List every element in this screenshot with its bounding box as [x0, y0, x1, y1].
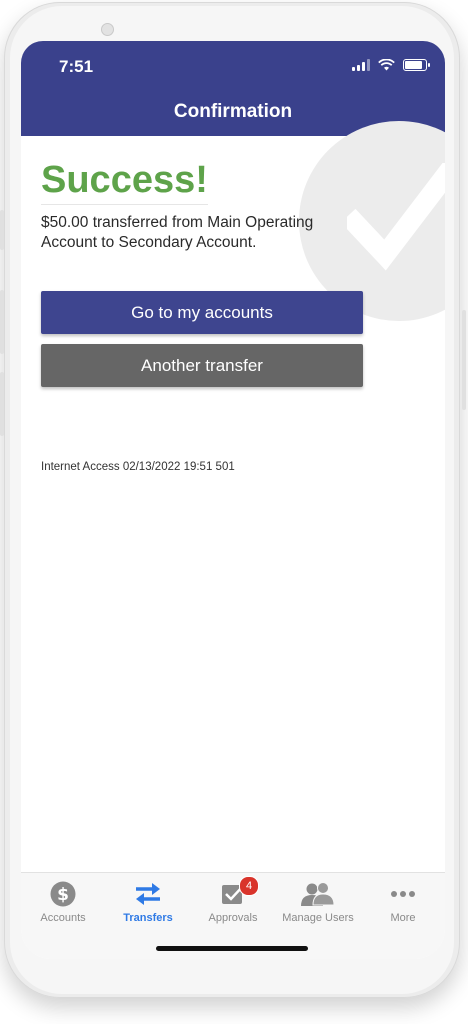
users-icon	[301, 882, 335, 906]
side-button	[0, 210, 4, 250]
battery-icon	[403, 59, 430, 71]
dollar-icon: $	[50, 881, 76, 907]
tab-approvals[interactable]: 4 Approvals	[191, 876, 275, 924]
access-info: Internet Access 02/13/2022 19:51 501	[41, 461, 235, 473]
tab-label: Manage Users	[282, 912, 354, 924]
tab-label: Transfers	[123, 912, 173, 924]
tab-label: More	[390, 912, 416, 924]
tab-accounts[interactable]: $ Accounts	[21, 879, 105, 924]
tab-more[interactable]: More	[361, 879, 445, 924]
approvals-badge: 4	[239, 876, 259, 896]
transfer-arrows-icon	[136, 883, 160, 905]
tab-manage-users[interactable]: Manage Users	[276, 879, 360, 924]
checkmark-icon	[347, 163, 445, 271]
signal-icon	[352, 59, 370, 71]
tab-label: Accounts	[40, 912, 86, 924]
tab-transfers[interactable]: Transfers	[106, 879, 190, 924]
success-heading: Success!	[41, 159, 208, 205]
status-time: 7:51	[59, 57, 94, 76]
tab-bar: $ Accounts Transfers 4 Approvals Manage …	[21, 872, 445, 959]
home-indicator	[156, 946, 308, 951]
status-icons	[352, 59, 430, 71]
more-dots-icon	[391, 891, 415, 897]
camera-dot	[101, 23, 114, 36]
page-title: Confirmation	[173, 101, 293, 122]
transfer-message: $50.00 transferred from Main Operating A…	[41, 214, 314, 251]
side-button	[0, 372, 4, 436]
side-button	[0, 290, 4, 354]
svg-text:$: $	[57, 885, 69, 905]
go-to-accounts-button[interactable]: Go to my accounts	[41, 291, 363, 334]
side-button	[462, 310, 466, 410]
app-screen: 7:51 Confirmation Success! $50.00 transf…	[21, 41, 445, 959]
tab-label: Approvals	[208, 912, 258, 924]
wifi-icon	[378, 59, 395, 71]
another-transfer-button[interactable]: Another transfer	[41, 344, 363, 387]
